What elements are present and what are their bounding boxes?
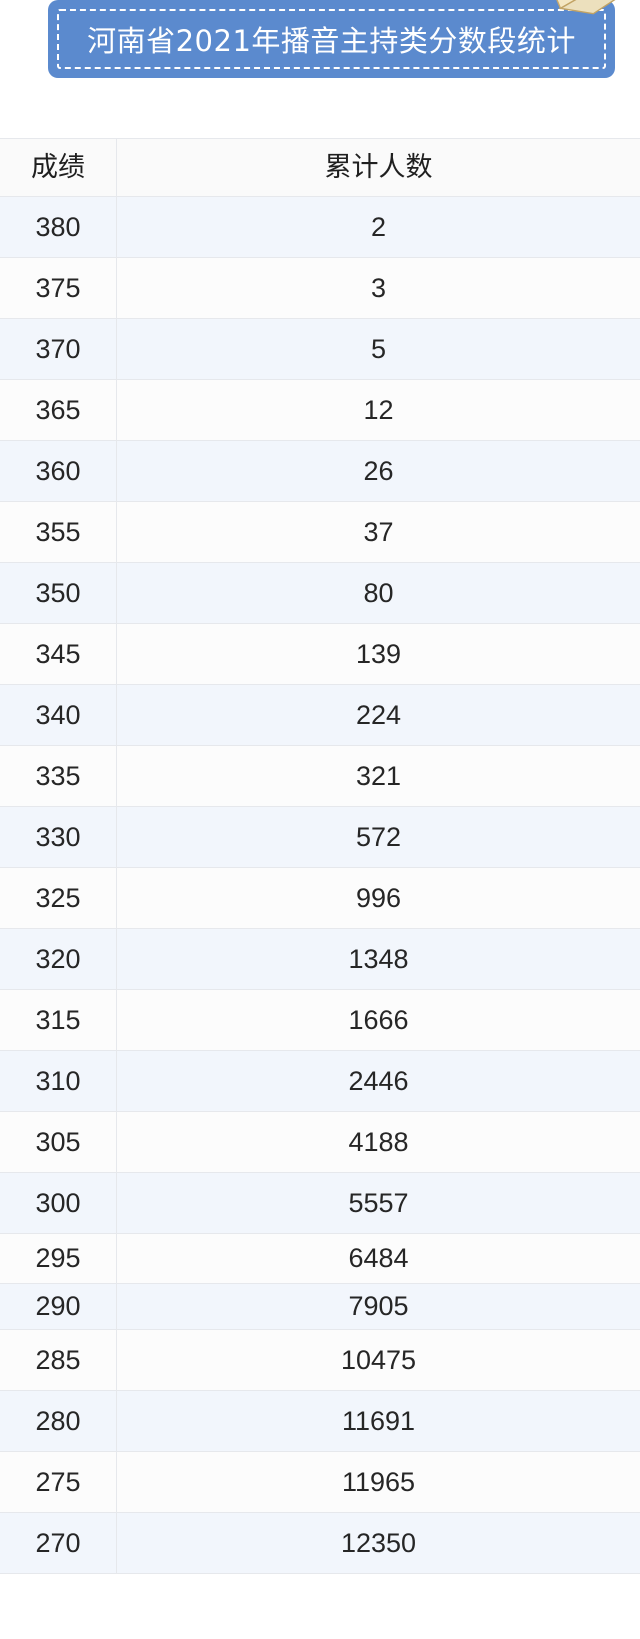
cell-score: 320 — [0, 929, 117, 989]
table-row: 290 7905 — [0, 1284, 640, 1330]
table-row: 360 26 — [0, 441, 640, 502]
table-row: 370 5 — [0, 319, 640, 380]
table-row: 315 1666 — [0, 990, 640, 1051]
cell-score: 340 — [0, 685, 117, 745]
cell-count: 26 — [363, 455, 394, 486]
table-row: 300 5557 — [0, 1173, 640, 1234]
cell-count: 139 — [355, 638, 402, 669]
cell-score: 380 — [0, 197, 117, 257]
table-row: 375 3 — [0, 258, 640, 319]
column-header-count: 累计人数 — [324, 152, 433, 183]
cell-count: 4188 — [348, 1126, 409, 1157]
cell-count: 6484 — [348, 1243, 409, 1273]
cell-count: 12350 — [340, 1527, 417, 1558]
cell-score: 315 — [0, 990, 117, 1050]
cell-score: 310 — [0, 1051, 117, 1111]
score-distribution-page: 河南省2021年播音主持类分数段统计 成绩 累计人数 380 2 375 3 370 5 3… — [0, 0, 640, 1639]
cell-score: 370 — [0, 319, 117, 379]
cell-count: 10475 — [340, 1344, 417, 1375]
column-header-score: 成绩 — [0, 139, 117, 196]
cell-count: 3 — [370, 272, 387, 303]
cell-count: 1348 — [348, 943, 409, 974]
table-row: 350 80 — [0, 563, 640, 624]
cell-count: 11965 — [341, 1466, 416, 1497]
page-title: 河南省2021年播音主持类分数段统计 — [87, 24, 576, 58]
table-row: 345 139 — [0, 624, 640, 685]
table-row: 380 2 — [0, 197, 640, 258]
cell-score: 295 — [0, 1234, 117, 1283]
cell-count: 80 — [363, 577, 394, 608]
cell-count: 2446 — [348, 1065, 409, 1096]
table-row: 310 2446 — [0, 1051, 640, 1112]
page-header-banner: 河南省2021年播音主持类分数段统计 — [48, 0, 624, 78]
table-row: 355 37 — [0, 502, 640, 563]
cell-score: 305 — [0, 1112, 117, 1172]
cell-score: 300 — [0, 1173, 117, 1233]
cell-count: 12 — [363, 394, 394, 425]
table-row: 365 12 — [0, 380, 640, 441]
cell-score: 325 — [0, 868, 117, 928]
score-distribution-table: 成绩 累计人数 380 2 375 3 370 5 365 12 360 26 355 37 350 80… — [0, 138, 640, 1574]
cell-score: 350 — [0, 563, 117, 623]
cell-score: 360 — [0, 441, 117, 501]
cell-score: 330 — [0, 807, 117, 867]
cell-score: 280 — [0, 1391, 117, 1451]
table-row: 275 11965 — [0, 1452, 640, 1513]
table-row: 335 321 — [0, 746, 640, 807]
cell-count: 224 — [355, 699, 402, 730]
table-row: 330 572 — [0, 807, 640, 868]
table-row: 270 12350 — [0, 1513, 640, 1574]
cell-score: 365 — [0, 380, 117, 440]
cell-score: 285 — [0, 1330, 117, 1390]
table-row: 285 10475 — [0, 1330, 640, 1391]
cell-score: 270 — [0, 1513, 117, 1573]
cell-count: 11691 — [341, 1405, 416, 1436]
table-row: 295 6484 — [0, 1234, 640, 1284]
table-row: 305 4188 — [0, 1112, 640, 1173]
cell-count: 1666 — [348, 1004, 409, 1035]
cell-count: 996 — [355, 882, 402, 913]
cell-score: 355 — [0, 502, 117, 562]
cell-score: 275 — [0, 1452, 117, 1512]
cell-count: 572 — [355, 821, 402, 852]
table-row: 340 224 — [0, 685, 640, 746]
cell-count: 5 — [370, 333, 387, 364]
table-row: 280 11691 — [0, 1391, 640, 1452]
cell-score: 375 — [0, 258, 117, 318]
cell-score: 335 — [0, 746, 117, 806]
cell-score: 345 — [0, 624, 117, 684]
cell-count: 37 — [363, 516, 394, 547]
cell-count: 2 — [370, 211, 387, 242]
cell-score: 290 — [0, 1284, 117, 1329]
table-row: 325 996 — [0, 868, 640, 929]
cell-count: 321 — [355, 760, 402, 791]
cell-count: 7905 — [348, 1291, 409, 1321]
table-header-row: 成绩 累计人数 — [0, 139, 640, 197]
table-row: 320 1348 — [0, 929, 640, 990]
cell-count: 5557 — [348, 1187, 409, 1218]
